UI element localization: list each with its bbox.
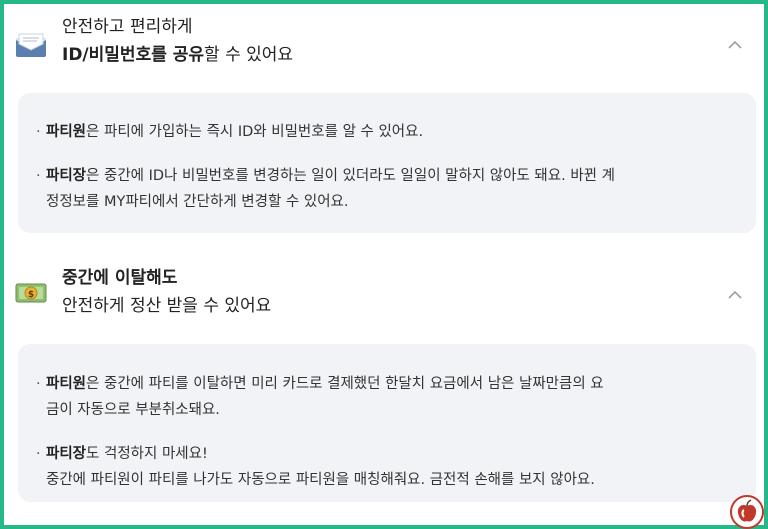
chevron-up-icon[interactable] <box>728 38 742 52</box>
accordion-header-refund[interactable]: $ 중간에 이탈해도 안전하게 정산 받을 수 있어요 <box>4 258 764 328</box>
list-item: · 파티원은 중간에 파티를 이탈하면 미리 카드로 결제했던 한달치 요금에서 … <box>36 376 604 418</box>
money-icon: $ <box>15 280 47 306</box>
accordion-panel-refund: · 파티원은 중간에 파티를 이탈하면 미리 카드로 결제했던 한달치 요금에서 … <box>18 344 756 502</box>
list-item: · 파티장도 걱정하지 마세요! 중간에 파티원이 파티를 나가도 자동으로 파티… <box>36 446 595 488</box>
section-title-bold: ID/비밀번호를 공유 <box>62 45 205 65</box>
accordion-panel-id-sharing: · 파티원은 파티에 가입하는 즉시 ID와 비밀번호를 알 수 있어요. · 파티… <box>18 93 756 233</box>
list-item: · 파티원은 파티에 가입하는 즉시 ID와 비밀번호를 알 수 있어요. <box>36 124 424 140</box>
apple-logo-icon <box>730 495 764 529</box>
chevron-up-icon[interactable] <box>728 288 742 302</box>
svg-text:$: $ <box>28 290 34 300</box>
section-subtitle: 안전하고 편리하게 <box>62 17 193 37</box>
section-title-bold: 중간에 이탈해도 <box>62 268 178 288</box>
envelope-icon <box>15 32 47 58</box>
content-frame: 안전하고 편리하게 ID/비밀번호를 공유할 수 있어요 · 파티원은 파티에 가… <box>4 4 764 525</box>
list-item: · 파티장은 중간에 ID나 비밀번호를 변경하는 일이 있더라도 일일이 말하지… <box>36 168 615 210</box>
section-subtitle: 안전하게 정산 받을 수 있어요 <box>62 296 272 316</box>
section-title-rest: 할 수 있어요 <box>204 45 294 65</box>
accordion-header-id-sharing[interactable]: 안전하고 편리하게 ID/비밀번호를 공유할 수 있어요 <box>4 10 764 80</box>
